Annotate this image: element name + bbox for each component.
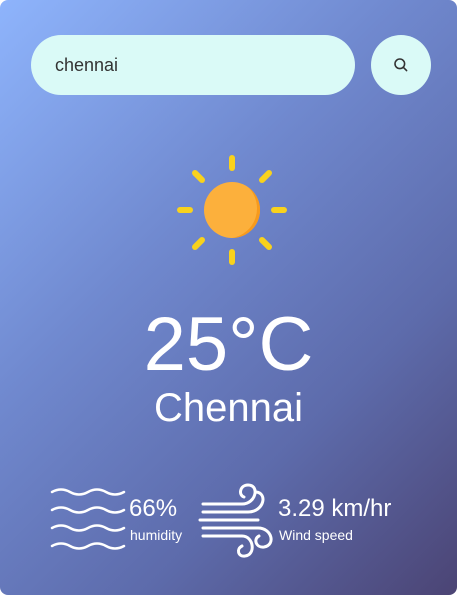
humidity-label: humidity	[130, 527, 183, 543]
humidity-value: 66%	[129, 495, 178, 522]
sun-icon	[177, 155, 287, 265]
wind-speed-label: Wind speed	[279, 527, 353, 543]
wind-speed-value: 3.29 km/hr	[278, 495, 392, 522]
temperature: 25°C	[143, 302, 314, 387]
city-name: Chennai	[153, 386, 303, 430]
wind-icon	[198, 483, 273, 558]
city-search-input[interactable]	[31, 35, 355, 95]
search-button[interactable]	[371, 35, 431, 95]
weather-card: 25°C Chennai 66% humidity 3.29 km/hr Win…	[0, 0, 457, 595]
humidity-waves-icon	[50, 488, 126, 550]
search-icon	[394, 58, 408, 72]
